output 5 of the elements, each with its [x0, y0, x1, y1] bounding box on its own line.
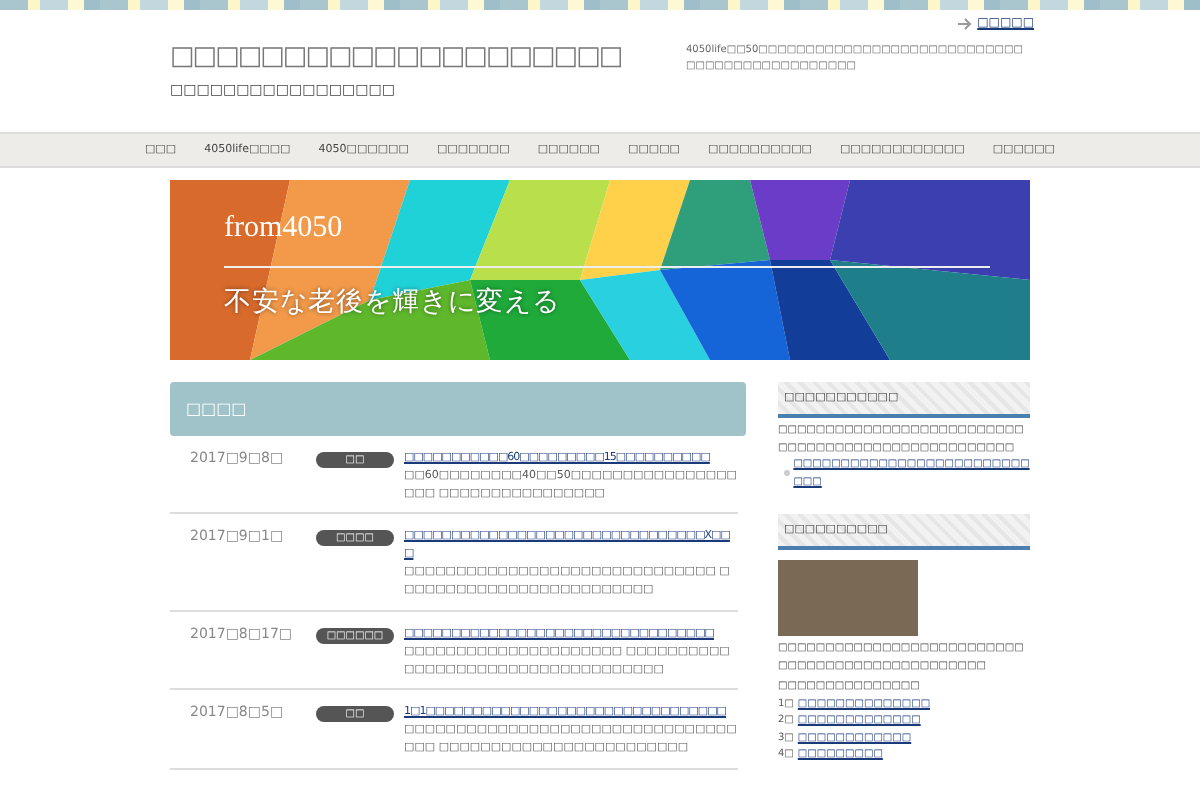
section-heading: □□□□ [170, 382, 746, 436]
arrow-icon [957, 17, 972, 29]
bullet-icon [784, 470, 790, 476]
banner-title: from4050 [224, 212, 343, 246]
site-title[interactable]: □□□□□□□□□□□□□□□□□□□□ [170, 42, 622, 72]
